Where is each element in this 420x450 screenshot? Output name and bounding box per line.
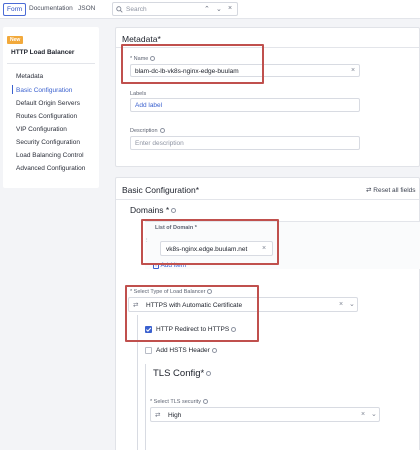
- active-indicator: [12, 85, 13, 94]
- search-icon: [116, 6, 123, 13]
- chevron-down-icon[interactable]: ⌄: [349, 300, 355, 308]
- description-placeholder: Enter description: [135, 140, 184, 147]
- help-icon: [206, 370, 212, 376]
- sidebar-divider: [7, 63, 95, 64]
- clear-icon[interactable]: ×: [339, 301, 343, 308]
- labels-field[interactable]: Add label: [130, 98, 360, 112]
- metadata-heading: Metadata*: [122, 34, 161, 44]
- sidebar: New HTTP Load Balancer Metadata Basic Co…: [3, 27, 99, 188]
- add-label-link[interactable]: Add label: [135, 102, 162, 109]
- chevron-down-icon[interactable]: ⌄: [216, 5, 222, 13]
- domain-highlight-box: [141, 219, 279, 265]
- tls-security-select[interactable]: ⇄ High × ⌄: [150, 407, 380, 422]
- sidebar-item-security-configuration[interactable]: Security Configuration: [16, 139, 80, 146]
- tab-json[interactable]: JSON: [75, 3, 98, 16]
- search-placeholder: Search: [126, 6, 147, 13]
- description-label: Description: [130, 128, 165, 134]
- help-icon: [171, 208, 177, 214]
- description-field[interactable]: Enter description: [130, 136, 360, 150]
- tls-security-label: * Select TLS security: [150, 399, 208, 405]
- lb-type-highlight-box: [125, 285, 259, 342]
- basic-divider: [116, 199, 419, 200]
- close-icon[interactable]: ×: [228, 5, 232, 12]
- help-icon: [202, 399, 208, 405]
- chevron-up-icon[interactable]: ⌃: [204, 5, 210, 13]
- basic-configuration-heading: Basic Configuration*: [122, 185, 200, 195]
- shuffle-icon: ⇄: [155, 412, 161, 419]
- tab-documentation[interactable]: Documentation: [26, 3, 76, 16]
- help-icon: [159, 128, 165, 134]
- tls-config-heading: TLS Config*: [153, 368, 212, 379]
- sidebar-item-load-balancing-control[interactable]: Load Balancing Control: [16, 152, 84, 159]
- sidebar-item-advanced-configuration[interactable]: Advanced Configuration: [16, 165, 85, 172]
- new-badge: New: [7, 36, 24, 44]
- sidebar-item-routes-configuration[interactable]: Routes Configuration: [16, 113, 77, 120]
- tab-form[interactable]: Form: [3, 3, 27, 16]
- hsts-label: Add HSTS Header: [156, 347, 217, 354]
- search-box[interactable]: Search ⌃ ⌄ ×: [112, 2, 238, 16]
- sidebar-item-vip-configuration[interactable]: VIP Configuration: [16, 126, 67, 133]
- labels-label: Labels: [130, 91, 147, 97]
- tls-guide-line: [145, 364, 146, 450]
- top-bar: Form Documentation JSON Search ⌃ ⌄ ×: [0, 0, 420, 19]
- help-icon: [211, 347, 217, 353]
- clear-icon[interactable]: ×: [351, 67, 355, 74]
- domains-heading: Domains *: [130, 205, 177, 215]
- sidebar-item-metadata[interactable]: Metadata: [16, 73, 43, 80]
- name-highlight-box: [121, 44, 264, 84]
- hsts-checkbox[interactable]: [145, 347, 152, 354]
- reset-all-fields-button[interactable]: ⇄ Reset all fields: [366, 186, 416, 194]
- sidebar-item-default-origin-servers[interactable]: Default Origin Servers: [16, 100, 80, 107]
- chevron-down-icon[interactable]: ⌄: [371, 410, 377, 418]
- sidebar-item-basic-configuration[interactable]: Basic Configuration: [16, 87, 72, 94]
- tls-security-value: High: [168, 412, 182, 419]
- sidebar-title: HTTP Load Balancer: [11, 49, 75, 56]
- clear-icon[interactable]: ×: [361, 411, 365, 418]
